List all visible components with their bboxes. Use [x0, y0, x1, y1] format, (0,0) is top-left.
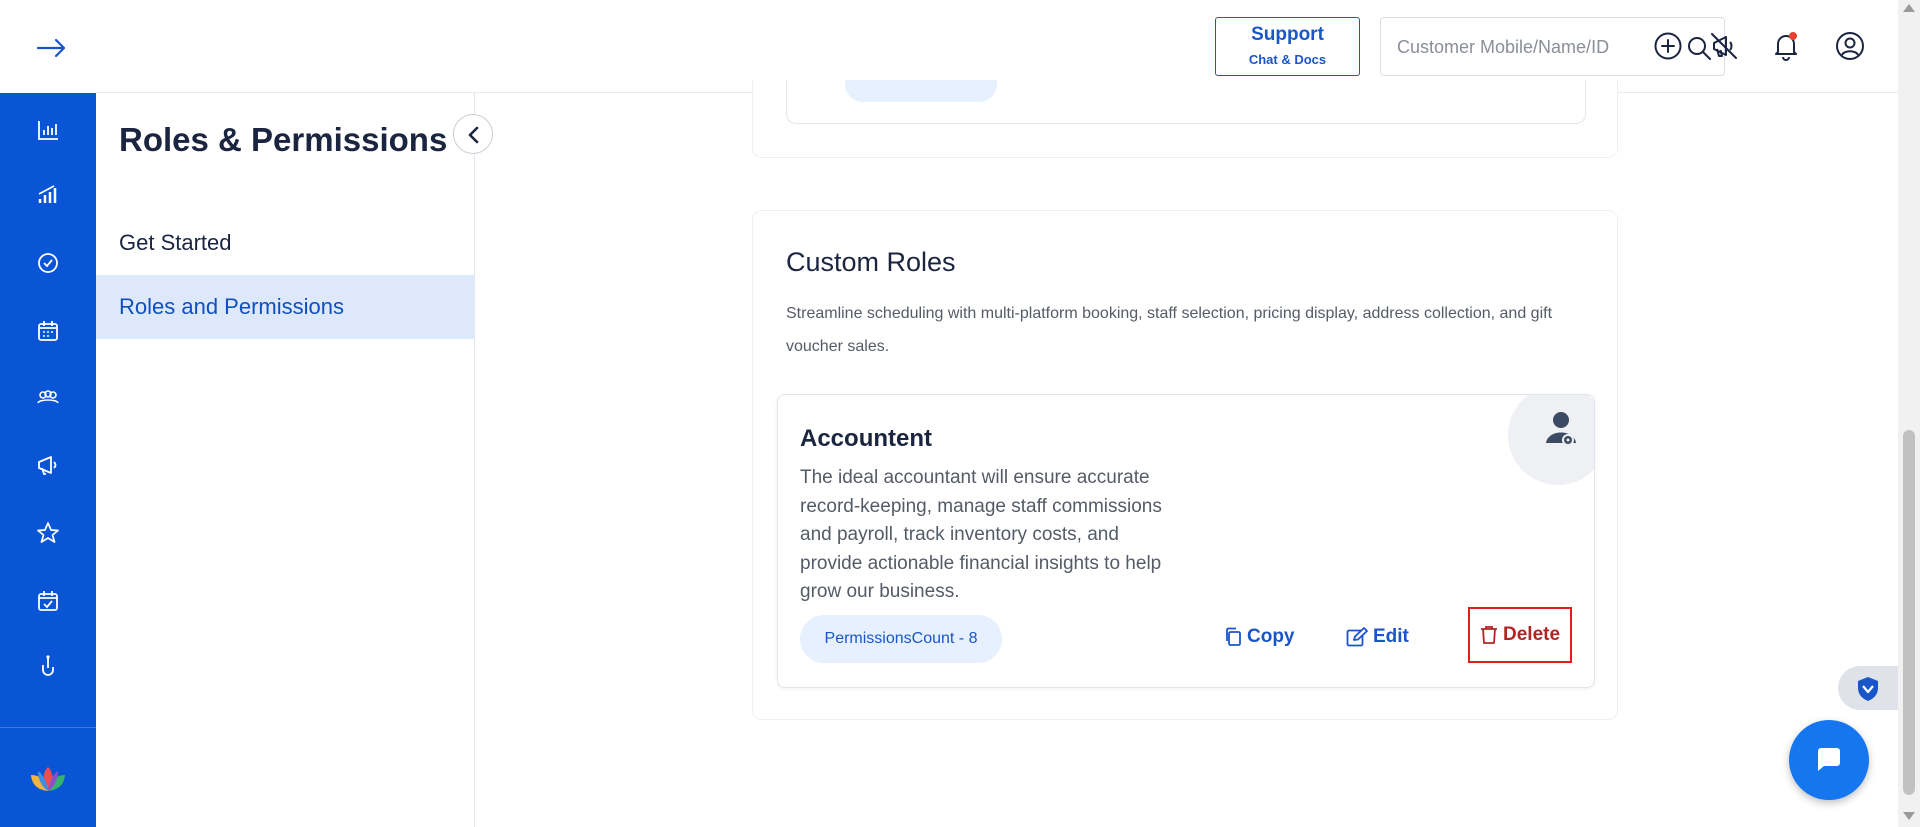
delete-role-button[interactable]: Delete	[1468, 607, 1573, 663]
reports-chart-icon[interactable]	[34, 116, 62, 144]
scroll-up-arrow-icon[interactable]	[1903, 4, 1915, 12]
copy-role-button[interactable]: Copy	[1224, 617, 1295, 657]
chat-button[interactable]	[1789, 720, 1869, 800]
collapse-subnav-button[interactable]	[453, 114, 493, 154]
section-description: Streamline scheduling with multi-platfor…	[786, 305, 1553, 355]
page-title: Roles & Permissions	[119, 121, 448, 158]
system-role-card-fragment	[786, 80, 1586, 124]
role-avatar	[1508, 395, 1594, 485]
subnav-item-get-started[interactable]: Get Started	[96, 211, 474, 275]
role-card: Accountent The ideal accountant will ens…	[777, 394, 1595, 688]
edit-role-button[interactable]: Edit	[1346, 617, 1409, 657]
notification-bell-icon[interactable]	[1770, 30, 1802, 62]
role-description: The ideal accountant will ensure accurat…	[800, 467, 1162, 602]
user-profile-icon[interactable]	[1834, 30, 1866, 62]
system-roles-card-fragment	[752, 80, 1618, 158]
delete-label: Delete	[1503, 624, 1561, 645]
support-button[interactable]: Support Chat & Docs	[1215, 17, 1360, 76]
chevron-left-icon	[468, 126, 479, 144]
marketing-megaphone-icon[interactable]	[34, 451, 62, 479]
permissions-pill-fragment	[845, 80, 997, 102]
scroll-thumb[interactable]	[1903, 430, 1915, 795]
role-name: Accountent	[800, 425, 932, 452]
page-scrollbar[interactable]	[1898, 0, 1920, 827]
customers-group-icon[interactable]	[34, 384, 62, 412]
calendar-icon[interactable]	[34, 317, 62, 345]
arrow-right-icon	[36, 38, 66, 58]
header-left	[0, 0, 96, 93]
security-widget[interactable]	[1838, 666, 1898, 710]
support-subtitle: Chat & Docs	[1248, 52, 1327, 67]
lotus-logo-icon	[31, 767, 65, 791]
analytics-bars-icon[interactable]	[34, 181, 62, 209]
edit-icon	[1346, 627, 1368, 647]
section-title: Custom Roles	[786, 247, 956, 277]
calendar-check-icon[interactable]	[34, 587, 62, 615]
settings-subnav: Roles & Permissions Get Started Roles an…	[96, 93, 475, 827]
permissions-count-badge[interactable]: PermissionsCount - 8	[800, 615, 1002, 663]
star-icon[interactable]	[34, 519, 62, 547]
edit-label: Edit	[1373, 626, 1409, 647]
copy-label: Copy	[1247, 626, 1295, 647]
expand-sidebar-button[interactable]	[34, 34, 70, 62]
custom-roles-section: Custom Roles Streamline scheduling with …	[752, 210, 1618, 720]
megaphone-muted-icon[interactable]	[1708, 30, 1740, 62]
chat-bubble-icon	[1818, 748, 1840, 771]
check-circle-icon[interactable]	[34, 249, 62, 277]
hook-integration-icon[interactable]	[34, 653, 62, 681]
trash-icon	[1481, 626, 1497, 644]
sidebar-divider	[0, 727, 96, 728]
scroll-down-arrow-icon[interactable]	[1903, 812, 1915, 820]
support-title: Support	[1251, 24, 1324, 45]
customer-search-input[interactable]	[1397, 37, 1677, 58]
add-circle-icon[interactable]	[1652, 30, 1684, 62]
subnav-item-roles-and-permissions[interactable]: Roles and Permissions	[96, 275, 474, 339]
copy-icon	[1226, 627, 1241, 646]
shield-icon	[1858, 677, 1878, 701]
user-settings-icon	[1546, 412, 1576, 446]
main-sidebar	[0, 93, 96, 827]
